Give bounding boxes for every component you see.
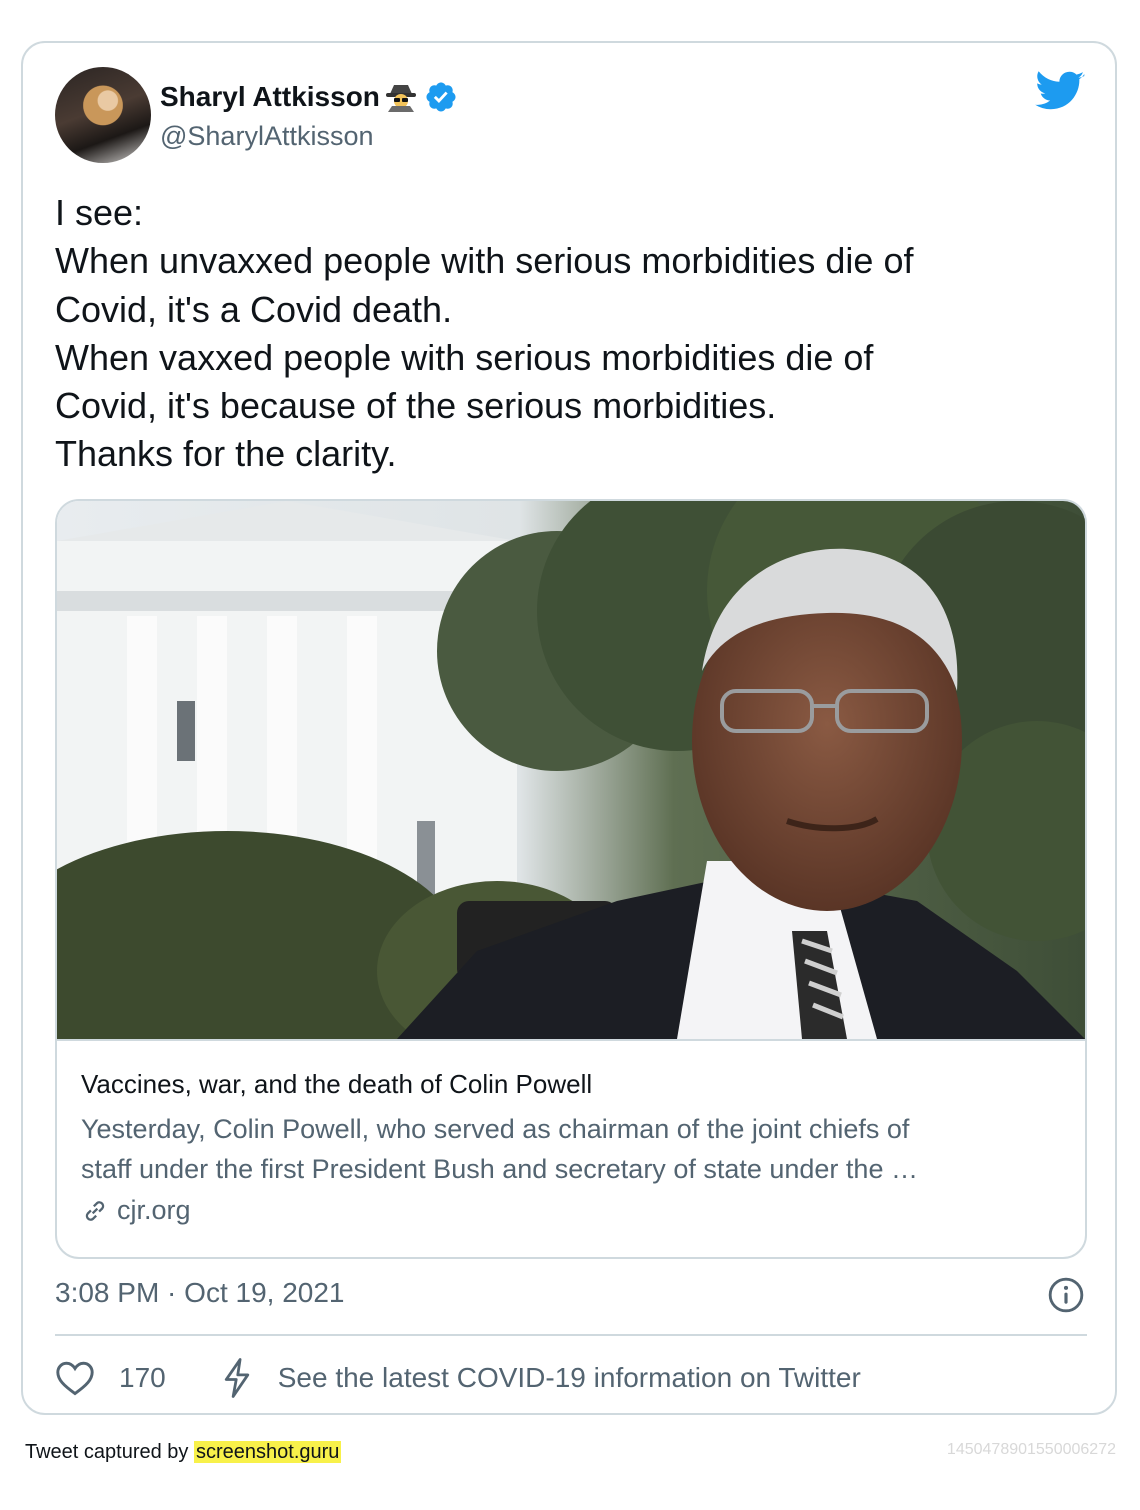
tweet-text-line: When unvaxxed people with serious morbid… — [55, 240, 914, 282]
link-preview-card[interactable]: Vaccines, war, and the death of Colin Po… — [55, 499, 1087, 1259]
info-icon[interactable] — [1047, 1276, 1085, 1314]
covid-info-link[interactable]: See the latest COVID-19 information on T… — [278, 1362, 861, 1394]
heart-icon[interactable] — [55, 1360, 95, 1396]
tweet-timestamp[interactable]: 3:08 PM · Oct 19, 2021 — [55, 1277, 345, 1309]
tweet-text-line: Thanks for the clarity. — [55, 433, 397, 475]
tweet-text-line: Covid, it's because of the serious morbi… — [55, 385, 777, 427]
capture-credit: Tweet captured by screenshot.guru — [25, 1441, 342, 1464]
divider — [55, 1334, 1087, 1336]
link-domain[interactable]: cjr.org — [81, 1195, 191, 1226]
sleuth-spy-icon — [385, 85, 416, 112]
link-description-line: Yesterday, Colin Powell, who served as c… — [81, 1114, 910, 1144]
twitter-bird-icon[interactable] — [1035, 71, 1085, 113]
tweet-text-line: I see: — [55, 192, 144, 233]
tweet-actions: 170 See the latest COVID-19 information … — [55, 1353, 861, 1403]
like-count[interactable]: 170 — [119, 1362, 166, 1394]
link-chain-icon — [85, 1200, 105, 1221]
avatar[interactable] — [55, 67, 151, 163]
tweet-text-line: When vaxxed people with serious morbidit… — [55, 336, 874, 378]
screenshot-guru-link[interactable]: screenshot.guru — [193, 1441, 342, 1463]
link-description-line: staff under the first President Bush and… — [81, 1154, 918, 1184]
link-domain-text[interactable]: cjr.org — [117, 1195, 191, 1226]
capture-credit-text: Tweet captured by — [25, 1441, 194, 1463]
lightning-bolt-icon — [224, 1358, 249, 1398]
tweet-text: I see: When unvaxxed people with serious… — [55, 189, 1085, 479]
tweet-card[interactable]: Sharyl Attkisson @SharylAttkisson I see:… — [21, 41, 1117, 1415]
author-name-row[interactable]: Sharyl Attkisson — [160, 79, 458, 115]
link-description: Yesterday, Colin Powell, who served as c… — [81, 1109, 1061, 1189]
verified-badge-icon — [426, 82, 456, 112]
tweet-id: 1450478901550006272 — [946, 1441, 1116, 1458]
link-title[interactable]: Vaccines, war, and the death of Colin Po… — [81, 1069, 592, 1100]
author-handle[interactable]: @SharylAttkisson — [160, 121, 373, 152]
display-name[interactable]: Sharyl Attkisson — [160, 81, 380, 113]
tweet-text-line: Covid, it's a Covid death. — [55, 288, 453, 330]
link-preview-image[interactable] — [57, 501, 1085, 1041]
